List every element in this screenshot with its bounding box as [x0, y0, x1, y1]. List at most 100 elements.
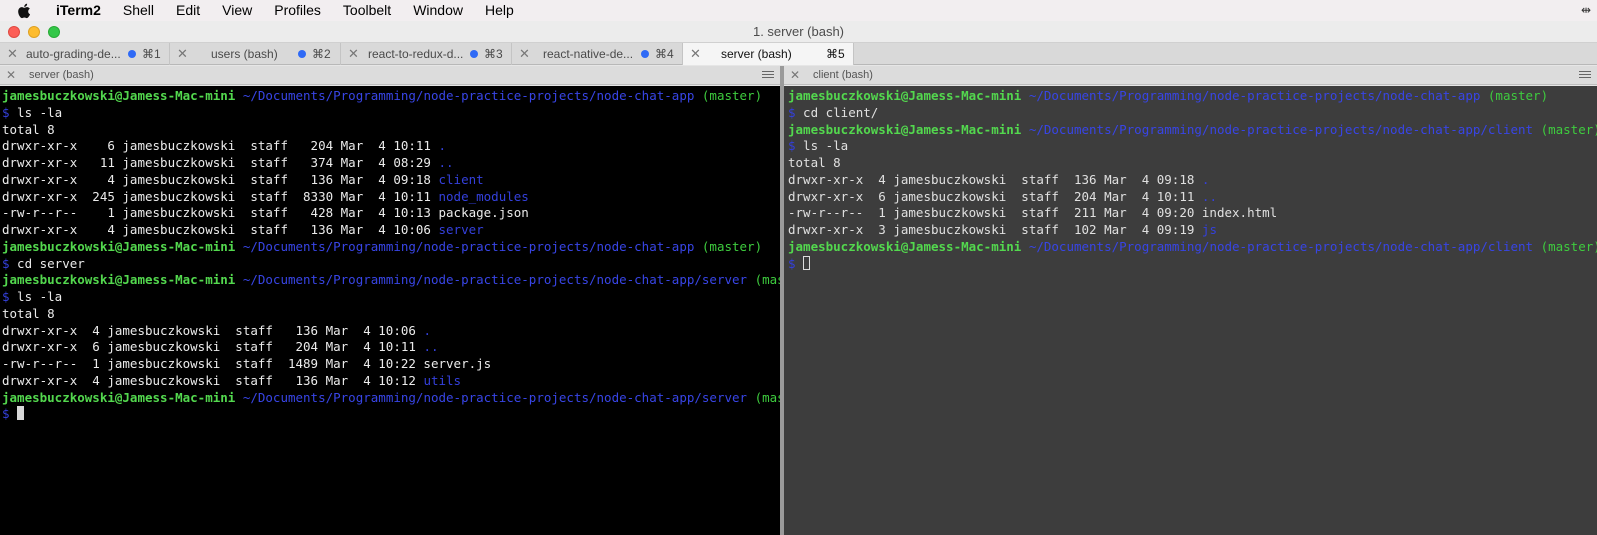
terminal-line: total 8 — [2, 306, 780, 323]
directory-entry: .. — [438, 155, 454, 170]
tab-shortcut: ⌘5 — [826, 47, 845, 61]
terminal-line: $ ls -la — [2, 105, 780, 122]
close-icon[interactable]: ✕ — [177, 46, 188, 62]
prompt-user-host: jamesbuczkowski@Jamess-Mac-mini — [2, 272, 236, 288]
git-branch: (master) — [1540, 238, 1597, 254]
tab-users[interactable]: ✕ users (bash) ⌘2 — [170, 43, 341, 65]
window-title: 1. server (bash) — [752, 24, 845, 39]
tab-label: users (bash) — [211, 47, 278, 61]
pane-title: server (bash) — [29, 69, 94, 81]
close-icon[interactable]: ✕ — [6, 68, 16, 82]
terminal-text: drwxr-xr-x 4 jamesbuczkowski staff 136 M… — [788, 171, 1202, 187]
terminal-line: $ ls -la — [788, 138, 1597, 155]
close-icon[interactable]: ✕ — [790, 68, 800, 82]
window-title-bar: 1. server (bash) — [0, 21, 1597, 43]
activity-dot-icon — [641, 50, 649, 58]
git-branch: (master) — [1487, 88, 1549, 103]
tab-bar: ✕ auto-grading-de... ⌘1 ✕ users (bash) ⌘… — [0, 43, 1597, 65]
left-terminal[interactable]: jamesbuczkowski@Jamess-Mac-mini ~/Docume… — [0, 86, 780, 535]
tab-auto-grading[interactable]: ✕ auto-grading-de... ⌘1 — [0, 43, 170, 65]
terminal-line: -rw-r--r-- 1 jamesbuczkowski staff 428 M… — [2, 205, 780, 222]
prompt-path: ~/Documents/Programming/node-practice-pr… — [242, 88, 695, 103]
menu-view[interactable]: View — [211, 0, 263, 21]
close-icon[interactable]: ✕ — [690, 46, 701, 62]
tab-react-native[interactable]: ✕ react-native-de... ⌘4 — [512, 43, 683, 65]
terminal-line: drwxr-xr-x 4 jamesbuczkowski staff 136 M… — [2, 323, 780, 340]
git-branch: (master) — [754, 389, 780, 405]
terminal-line: total 8 — [2, 122, 780, 139]
terminal-line: jamesbuczkowski@Jamess-Mac-mini ~/Docume… — [2, 390, 780, 407]
tab-server[interactable]: ✕ server (bash) ⌘5 — [683, 43, 854, 65]
close-icon[interactable]: ✕ — [7, 46, 18, 62]
terminal-text: drwxr-xr-x 3 jamesbuczkowski staff 102 M… — [788, 222, 1202, 237]
close-icon[interactable]: ✕ — [348, 46, 359, 62]
tab-shortcut: ⌘3 — [484, 47, 503, 61]
directory-entry: . — [438, 138, 447, 154]
git-branch: (master) — [1540, 121, 1597, 137]
terminal-text: drwxr-xr-x 6 jamesbuczkowski staff 204 M… — [2, 138, 439, 154]
menu-help[interactable]: Help — [474, 0, 525, 21]
menu-window[interactable]: Window — [402, 0, 474, 21]
tab-react-to-redux[interactable]: ✕ react-to-redux-d... ⌘3 — [341, 43, 512, 65]
git-branch: (master) — [701, 238, 763, 254]
git-branch: (master) — [701, 88, 763, 103]
left-pane-header: ✕ server (bash) — [0, 66, 780, 85]
terminal-text: total 8 — [2, 121, 55, 137]
prompt-user-host: jamesbuczkowski@Jamess-Mac-mini — [788, 121, 1022, 137]
terminal-line: drwxr-xr-x 4 jamesbuczkowski staff 136 M… — [2, 222, 780, 239]
menu-profiles[interactable]: Profiles — [263, 0, 332, 21]
hamburger-menu-icon[interactable] — [762, 71, 774, 80]
prompt-path: ~/Documents/Programming/node-practice-pr… — [1028, 121, 1534, 137]
prompt-path: ~/Documents/Programming/node-practice-pr… — [242, 238, 695, 254]
prompt-symbol: $ — [788, 138, 796, 154]
terminal-text: cd server — [9, 255, 85, 271]
prompt-symbol: $ — [2, 104, 10, 120]
terminal-line: $ cd server — [2, 256, 780, 273]
terminal-line: -rw-r--r-- 1 jamesbuczkowski staff 1489 … — [2, 356, 780, 373]
terminal-text: ls -la — [795, 138, 849, 154]
terminal-text: cd client/ — [795, 104, 879, 120]
apple-icon[interactable] — [14, 0, 34, 21]
terminal-line: drwxr-xr-x 3 jamesbuczkowski staff 102 M… — [788, 222, 1597, 239]
terminal-text: drwxr-xr-x 4 jamesbuczkowski staff 136 M… — [2, 372, 424, 388]
tab-label: react-to-redux-d... — [368, 47, 464, 61]
tab-label: react-native-de... — [543, 47, 634, 61]
terminal-line: drwxr-xr-x 6 jamesbuczkowski staff 204 M… — [788, 189, 1597, 206]
terminal-cursor[interactable] — [803, 255, 811, 270]
right-terminal[interactable]: jamesbuczkowski@Jamess-Mac-mini ~/Docume… — [784, 86, 1597, 535]
terminal-text: drwxr-xr-x 4 jamesbuczkowski staff 136 M… — [2, 222, 439, 237]
terminal-text: total 8 — [788, 155, 841, 170]
terminal-line: drwxr-xr-x 4 jamesbuczkowski staff 136 M… — [2, 373, 780, 390]
resize-icon[interactable]: ⇹ — [1579, 3, 1593, 17]
prompt-user-host: jamesbuczkowski@Jamess-Mac-mini — [2, 389, 236, 405]
menu-app-name[interactable]: iTerm2 — [48, 0, 112, 21]
prompt-path: ~/Documents/Programming/node-practice-pr… — [242, 272, 748, 288]
terminal-cursor[interactable] — [17, 406, 25, 421]
terminal-text: total 8 — [2, 305, 55, 321]
hamburger-menu-icon[interactable] — [1579, 71, 1591, 80]
menu-toolbelt[interactable]: Toolbelt — [332, 0, 402, 21]
terminal-line: jamesbuczkowski@Jamess-Mac-mini ~/Docume… — [788, 122, 1597, 139]
menu-shell[interactable]: Shell — [112, 0, 165, 21]
prompt-symbol: $ — [788, 104, 796, 120]
terminal-text: drwxr-xr-x 4 jamesbuczkowski staff 136 M… — [2, 171, 439, 187]
activity-dot-icon — [298, 50, 306, 58]
directory-entry: js — [1201, 222, 1217, 237]
prompt-user-host: jamesbuczkowski@Jamess-Mac-mini — [788, 88, 1022, 103]
prompt-path: ~/Documents/Programming/node-practice-pr… — [1028, 88, 1481, 103]
terminal-line: total 8 — [788, 155, 1597, 172]
terminal-line: drwxr-xr-x 11 jamesbuczkowski staff 374 … — [2, 155, 780, 172]
prompt-user-host: jamesbuczkowski@Jamess-Mac-mini — [788, 238, 1022, 254]
menu-edit[interactable]: Edit — [165, 0, 211, 21]
close-icon[interactable]: ✕ — [519, 46, 530, 62]
